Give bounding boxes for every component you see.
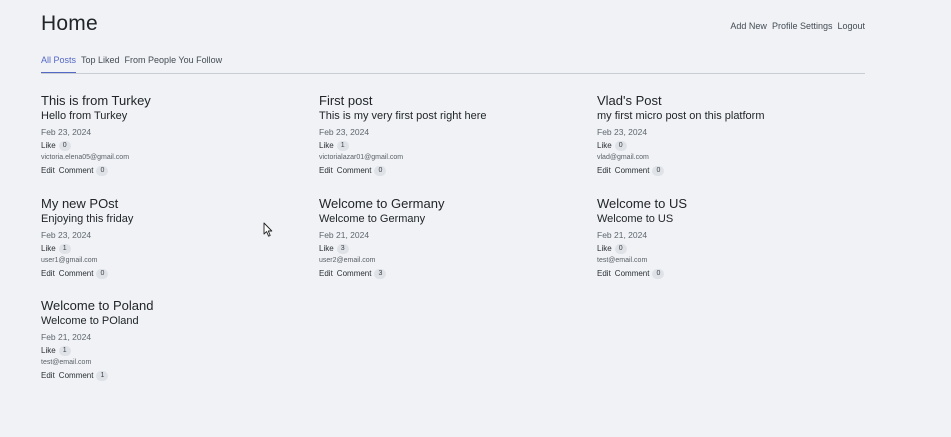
edit-button[interactable]: Edit [597,268,611,280]
like-count-badge: 1 [58,243,71,254]
post-body: Welcome to US [597,212,674,225]
like-row: Like 0 [597,140,875,152]
post-title: First post [319,93,373,108]
post-card: Welcome to Poland Welcome to POland Feb … [41,298,319,401]
like-button[interactable]: Like [319,243,334,255]
post-date: Feb 23, 2024 [41,127,92,137]
actions-row: Edit Comment 0 [41,165,319,177]
post-body: my first micro post on this platform [597,110,765,122]
comment-button[interactable]: Comment [615,268,650,280]
like-button[interactable]: Like [597,140,612,152]
logout-link[interactable]: Logout [837,21,865,31]
comment-count-badge: 1 [96,371,109,381]
actions-row: Edit Comment 0 [41,268,319,280]
like-row: Like 3 [319,243,597,255]
post-date: Feb 23, 2024 [597,127,648,137]
post-card: My new POst Enjoying this friday Feb 23,… [41,196,319,299]
post-card: This is from Turkey Hello from Turkey Fe… [41,93,319,196]
actions-row: Edit Comment 3 [319,268,597,280]
post-date: Feb 21, 2024 [319,229,370,240]
like-row: Like 1 [319,140,597,152]
comment-button[interactable]: Comment [59,268,94,280]
post-body: Hello from Turkey [41,110,128,122]
page: Home Add New Profile Settings Logout All… [0,0,951,437]
author-email: victorialazar01@gmail.com [319,154,404,161]
actions-row: Edit Comment 0 [319,165,597,177]
like-row: Like 1 [41,243,319,255]
edit-button[interactable]: Edit [319,165,333,177]
comment-button[interactable]: Comment [59,165,94,177]
tab-all-posts[interactable]: All Posts [41,55,77,73]
page-title: Home [41,12,98,35]
edit-button[interactable]: Edit [597,165,611,177]
like-button[interactable]: Like [41,345,56,357]
add-new-link[interactable]: Add New [730,21,767,31]
tab-top-liked[interactable]: Top Liked [81,55,120,73]
post-body: This is my very first post right here [319,110,487,122]
author-email: test@email.com [41,359,92,366]
comment-count-badge: 0 [652,166,665,176]
post-date: Feb 23, 2024 [41,229,92,240]
like-row: Like 0 [41,140,319,152]
edit-button[interactable]: Edit [41,268,55,280]
post-card: Welcome to Germany Welcome to Germany Fe… [319,196,597,299]
actions-row: Edit Comment 0 [597,268,875,280]
comment-count-badge: 3 [374,268,387,279]
post-title: Welcome to Poland [41,298,154,313]
post-title: Vlad's Post [597,93,662,108]
post-date: Feb 21, 2024 [41,332,92,342]
like-count-badge: 1 [336,141,349,151]
post-body: Enjoying this friday [41,212,134,225]
like-count-badge: 0 [614,141,627,151]
like-count-badge: 1 [58,346,71,356]
profile-settings-link[interactable]: Profile Settings [772,21,833,31]
top-nav: Add New Profile Settings Logout [730,21,865,31]
like-count-badge: 0 [614,243,627,254]
author-email: vlad@gmail.com [597,154,649,161]
like-row: Like 1 [41,345,319,357]
author-email: user1@gmail.com [41,256,98,264]
edit-button[interactable]: Edit [41,370,55,382]
post-title: Welcome to US [597,195,688,211]
post-filter-tabs: All Posts Top Liked From People You Foll… [41,55,865,74]
like-count-badge: 3 [336,243,349,254]
post-body: Welcome to POland [41,315,139,327]
comment-count-badge: 0 [652,268,665,279]
comment-count-badge: 0 [96,268,109,279]
comment-button[interactable]: Comment [337,165,372,177]
comment-button[interactable]: Comment [615,165,650,177]
post-date: Feb 21, 2024 [597,229,648,240]
post-title: My new POst [41,195,119,211]
author-email: user2@email.com [319,256,376,264]
comment-button[interactable]: Comment [337,268,372,280]
like-button[interactable]: Like [319,140,334,152]
post-body: Welcome to Germany [319,212,426,225]
post-card: First post This is my very first post ri… [319,93,597,196]
like-button[interactable]: Like [597,243,612,255]
like-button[interactable]: Like [41,243,56,255]
post-grid: This is from Turkey Hello from Turkey Fe… [41,93,875,401]
author-email: victoria.elena05@gmail.com [41,154,130,161]
mouse-pointer-icon [263,222,273,237]
edit-button[interactable]: Edit [41,165,55,177]
post-date: Feb 23, 2024 [319,127,370,137]
actions-row: Edit Comment 0 [597,165,875,177]
comment-button[interactable]: Comment [59,370,94,382]
like-count-badge: 0 [58,141,71,151]
comment-count-badge: 0 [374,166,387,176]
like-button[interactable]: Like [41,140,56,152]
edit-button[interactable]: Edit [319,268,333,280]
author-email: test@email.com [597,256,648,264]
post-title: This is from Turkey [41,93,151,108]
actions-row: Edit Comment 1 [41,370,319,382]
comment-count-badge: 0 [96,166,109,176]
post-card: Welcome to US Welcome to US Feb 21, 2024… [597,196,875,299]
tab-from-people-you-follow[interactable]: From People You Follow [125,55,223,73]
like-row: Like 0 [597,243,875,255]
post-card: Vlad's Post my first micro post on this … [597,93,875,196]
post-title: Welcome to Germany [319,195,445,211]
